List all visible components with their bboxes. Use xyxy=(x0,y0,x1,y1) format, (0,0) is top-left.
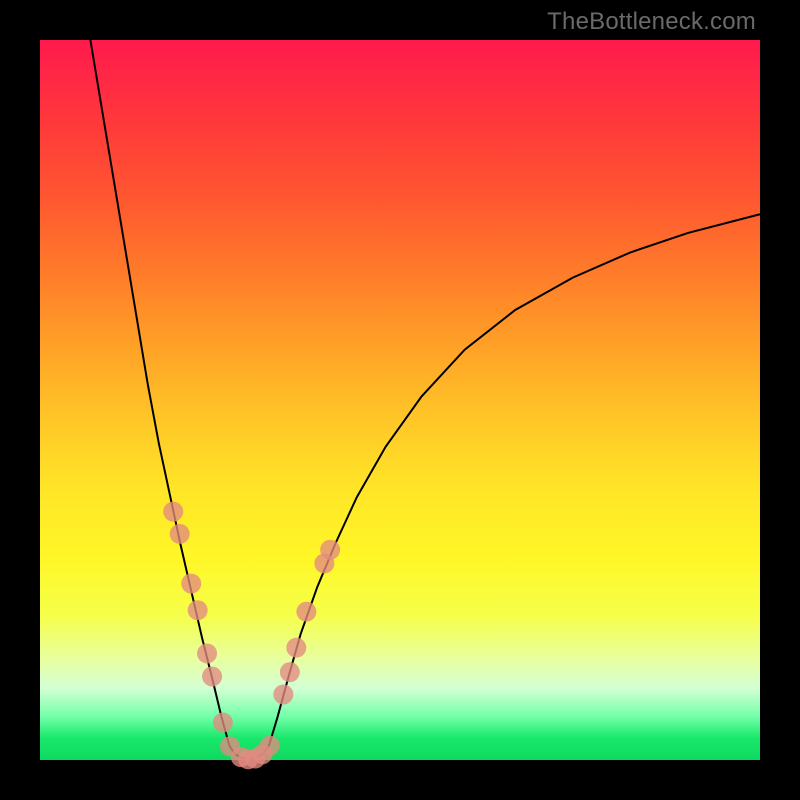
marker-dot xyxy=(260,736,280,756)
marker-dot xyxy=(163,502,183,522)
marker-dot xyxy=(296,602,316,622)
marker-dot xyxy=(170,524,190,544)
curve-left-branch xyxy=(90,40,229,746)
marker-dot xyxy=(181,574,201,594)
marker-dot xyxy=(320,540,340,560)
marker-dot xyxy=(188,600,208,620)
marker-dot xyxy=(286,638,306,658)
curve-right-branch xyxy=(269,214,760,745)
marker-dot xyxy=(197,643,217,663)
markers-group xyxy=(163,502,340,770)
watermark-text: TheBottleneck.com xyxy=(547,8,756,36)
marker-dot xyxy=(280,662,300,682)
marker-dot xyxy=(273,684,293,704)
curve-svg xyxy=(40,40,760,760)
chart-frame: TheBottleneck.com xyxy=(0,0,800,800)
marker-dot xyxy=(202,666,222,686)
marker-dot xyxy=(213,713,233,733)
plot-area xyxy=(40,40,760,760)
